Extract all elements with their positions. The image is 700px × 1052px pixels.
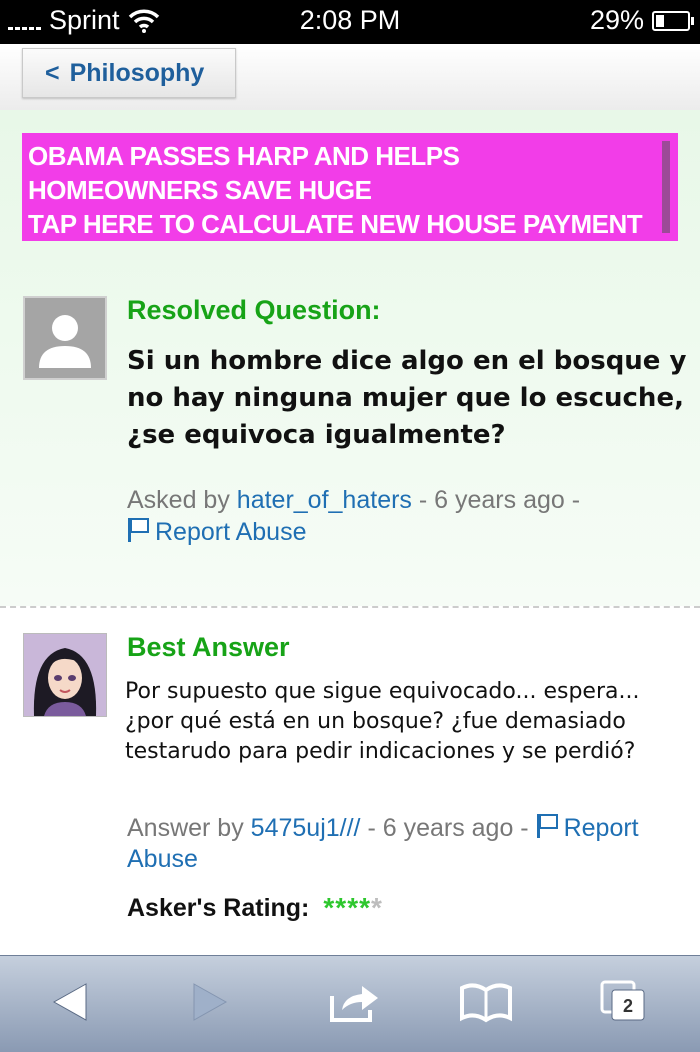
report-abuse-link[interactable]: Report Abuse [127, 518, 307, 546]
best-answer-text: Por supuesto que sigue equivocado... esp… [125, 679, 640, 764]
report-abuse-label: Report Abuse [155, 518, 307, 546]
asker-avatar[interactable] [23, 296, 107, 380]
rating-label: Asker's Rating: [127, 893, 310, 922]
ad-line-1: OBAMA PASSES HARP AND HELPS [28, 141, 460, 171]
answerer-avatar-image [24, 634, 106, 716]
askers-rating: Asker's Rating: ***** [127, 892, 383, 924]
ad-line-2: HOMEOWNERS SAVE HUGE [28, 175, 372, 205]
resolved-question-label: Resolved Question: [127, 295, 381, 325]
answer-meta: Answer by 5475uj1/// - 6 years ago - Rep… [127, 813, 687, 875]
battery-percent: 29% [589, 5, 644, 35]
star-filled-icon: * [347, 892, 360, 923]
flag-icon [128, 518, 149, 542]
question-meta: Asked by hater_of_haters - 6 years ago -… [127, 484, 667, 548]
tab-count: 2 [622, 996, 633, 1016]
answer-by-prefix: Answer by [127, 814, 244, 842]
best-answer-label: Best Answer [127, 632, 290, 662]
back-arrow-icon[interactable] [50, 980, 90, 1024]
status-bar: Sprint 2:08 PM 29% [0, 0, 700, 44]
star-filled-icon: * [335, 892, 348, 923]
flag-icon [536, 814, 558, 838]
ad-line-3: TAP HERE TO CALCULATE NEW HOUSE PAYMENT [28, 209, 643, 239]
battery-status: 29% [589, 5, 694, 36]
star-filled-icon: * [359, 892, 372, 923]
battery-icon [652, 10, 694, 31]
asker-username-link[interactable]: hater_of_haters [237, 486, 412, 514]
star-empty-icon: * [371, 892, 383, 923]
back-to-category-button[interactable]: < Philosophy [22, 48, 236, 98]
tabs-button[interactable]: 2 [600, 980, 648, 1024]
advertisement-banner[interactable]: OBAMA PASSES HARP AND HELPS HOMEOWNERS S… [22, 133, 678, 241]
back-button-label: Philosophy [69, 58, 205, 87]
default-user-icon [39, 315, 91, 368]
asked-by-prefix: Asked by [127, 486, 230, 514]
battery-fill [656, 14, 664, 27]
ad-side-tag [662, 141, 670, 233]
rating-stars: ***** [323, 892, 383, 924]
forward-arrow-icon[interactable] [190, 980, 230, 1024]
star-filled-icon: * [323, 892, 336, 923]
bookmarks-icon[interactable] [458, 980, 514, 1024]
question-title: Si un hombre dice algo en el bosque y no… [127, 346, 687, 450]
chevron-left-icon: < [45, 58, 60, 87]
share-icon[interactable] [328, 980, 382, 1024]
answer-age: - 6 years ago - [367, 814, 529, 842]
answerer-username-link[interactable]: 5475uj1/// [251, 814, 361, 842]
nav-bar: < Philosophy [0, 44, 700, 111]
section-divider [0, 606, 700, 608]
browser-toolbar: 2 [0, 955, 700, 1052]
answerer-avatar[interactable] [23, 633, 107, 717]
question-age: - 6 years ago - [418, 486, 581, 514]
